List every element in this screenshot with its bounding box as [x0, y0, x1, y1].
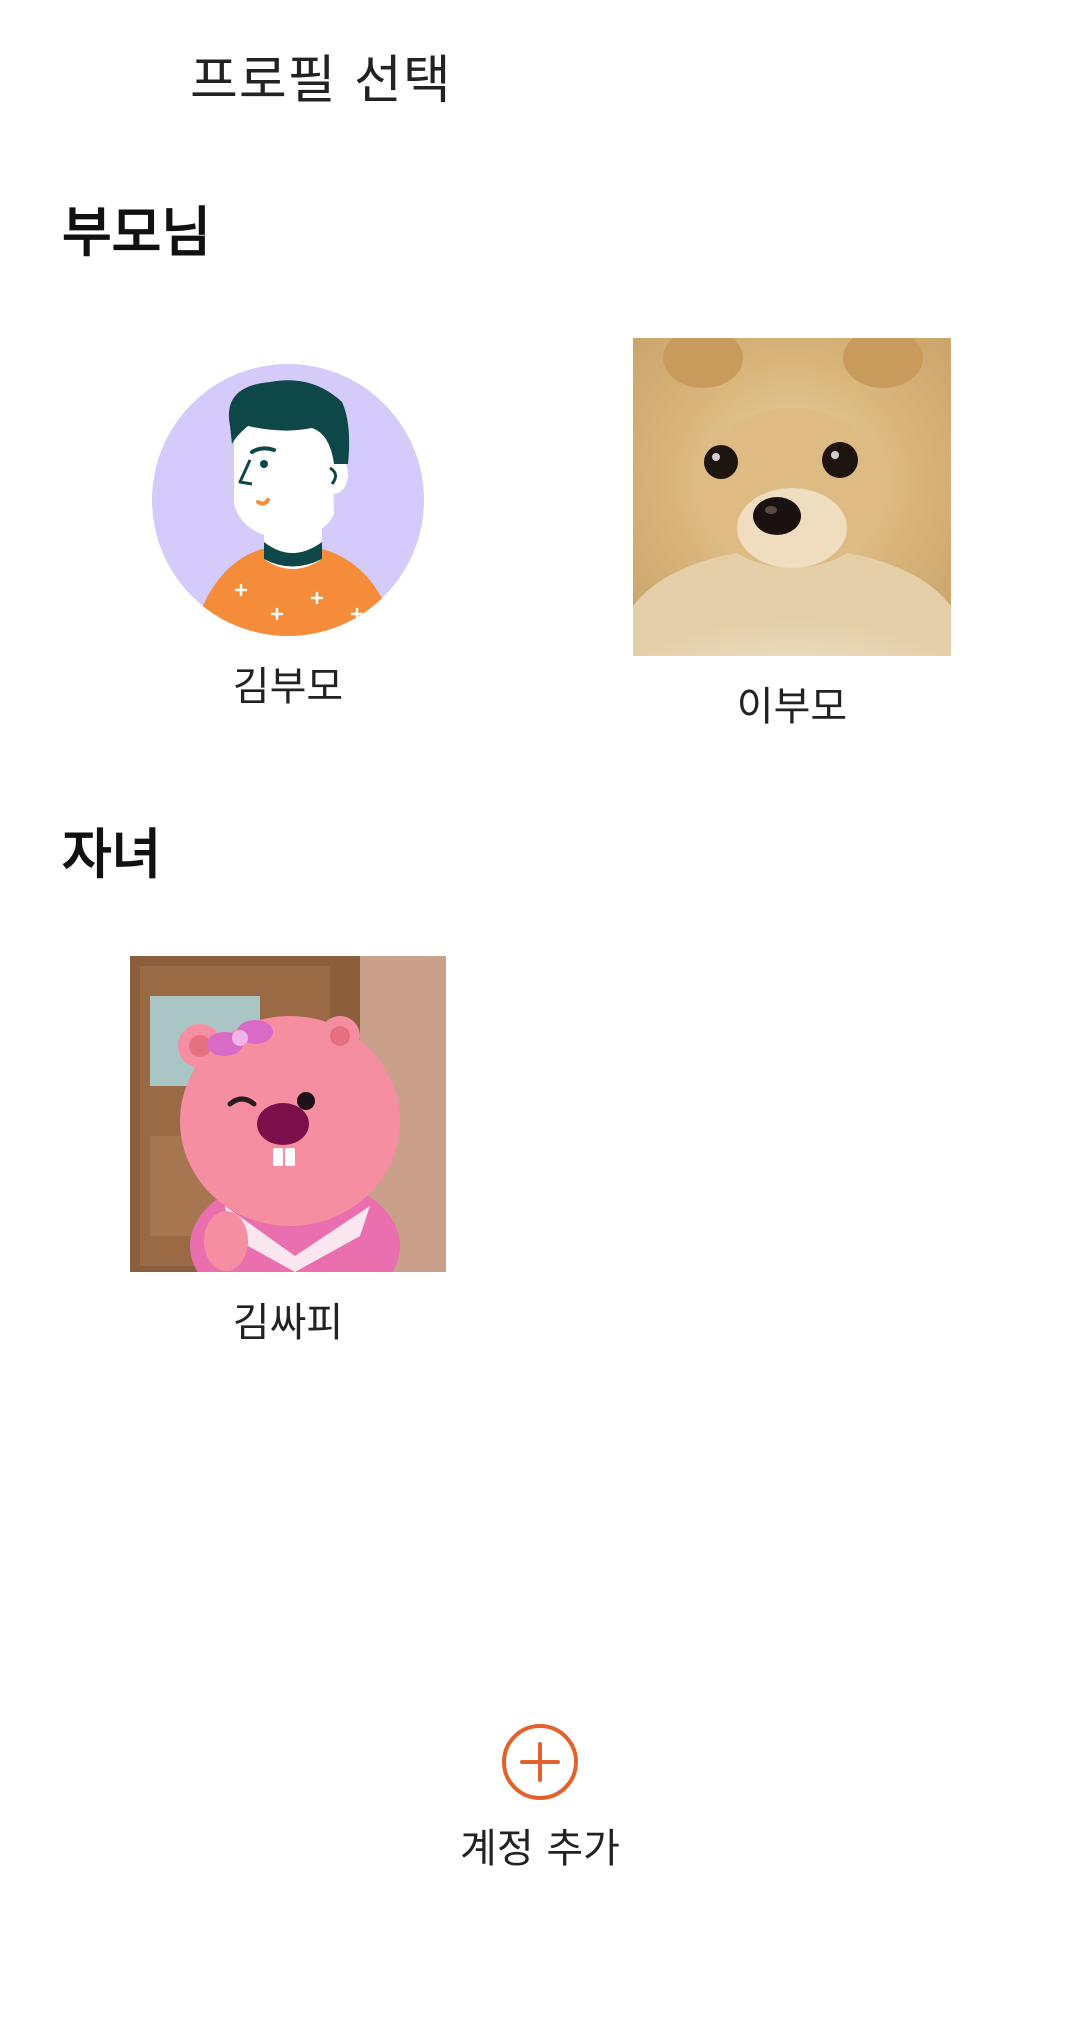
- profile-card[interactable]: 김싸피: [128, 956, 448, 1348]
- add-account-button[interactable]: 계정 추가: [440, 1722, 640, 1874]
- profile-name: 이부모: [736, 684, 848, 730]
- man-avatar-icon: [152, 364, 424, 636]
- section-title-parents: 부모님: [62, 201, 212, 264]
- page-title: 프로필 선택: [190, 51, 452, 111]
- add-account-label: 계정 추가: [460, 1826, 620, 1872]
- profile-card[interactable]: 김부모: [128, 364, 448, 712]
- profile-card[interactable]: 이부모: [632, 338, 952, 732]
- beaver-character-photo-avatar: [130, 956, 446, 1272]
- profile-name: 김싸피: [232, 1300, 344, 1346]
- section-title-children: 자녀: [62, 823, 162, 886]
- profile-name: 김부모: [232, 664, 344, 710]
- plus-circle-icon: [502, 1724, 578, 1800]
- dog-photo-avatar: [633, 338, 951, 656]
